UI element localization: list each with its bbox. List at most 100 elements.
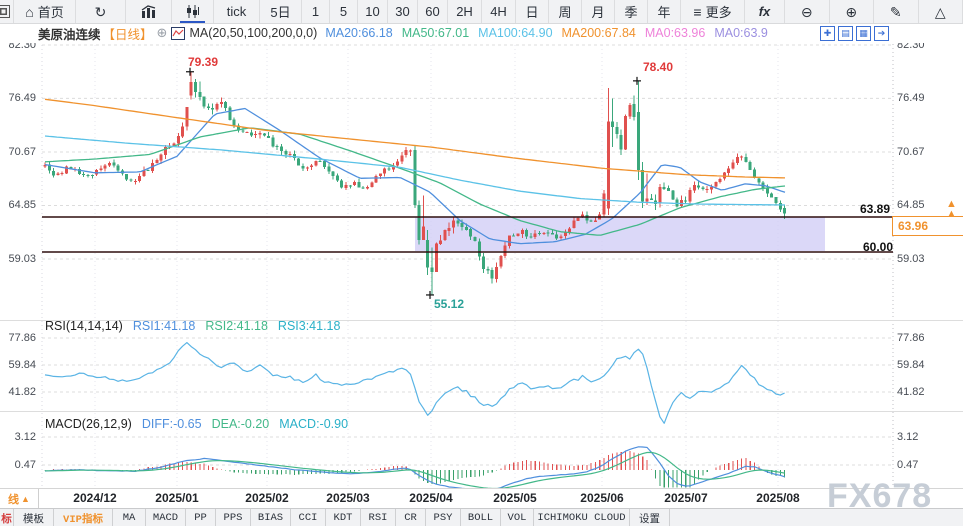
interval-tick-button-label: tick [227,4,247,19]
y-axis-label: 76.49 [0,92,36,105]
y-axis-label: 77.86 [897,332,925,345]
tab-psy[interactable]: PSY [426,509,461,526]
tab-cci[interactable]: CCI [291,509,326,526]
interval-60min-button-label: 60 [425,4,439,19]
x-axis-label: 2025/07 [664,491,707,505]
y-axis-label: 59.84 [897,359,925,372]
y-axis-label: 76.49 [897,92,925,105]
panel-layout-icon[interactable]: ▦ [856,26,871,41]
x-axis-label: 2025/03 [326,491,369,505]
legend-value: MA0:63.96 [645,26,705,40]
restore-window-button[interactable] [0,0,14,23]
interval-tick-button[interactable]: tick [214,0,260,23]
y-axis-label: 0.47 [0,459,36,472]
zoom-in-button[interactable]: ⊕ [830,0,875,23]
macd-legend: MACD(26,12,9)DIFF:-0.65DEA:-0.20MACD:-0.… [45,417,368,431]
interval-week-button[interactable]: 周 [549,0,582,23]
formula-button[interactable]: fx [745,0,785,23]
tab-bias[interactable]: BIAS [251,509,291,526]
y-axis-label: 59.03 [0,253,36,266]
symbol-name: 美原油连续 [38,24,101,43]
zoom-out-icon: ⊖ [801,5,813,19]
interval-5min-button[interactable]: 5 [330,0,358,23]
zoom-out-button[interactable]: ⊖ [785,0,830,23]
interval-5min-button-label: 5 [340,4,347,19]
tab-pp[interactable]: PP [186,509,216,526]
interval-day-button-label: 日 [525,2,538,21]
x-axis-label: 2025/06 [580,491,623,505]
scroll-latest-icon[interactable]: ▲▲ [946,199,957,219]
y-axis-label: 64.85 [0,199,36,212]
y-axis-label: 3.12 [0,431,36,444]
interval-quarter-button-label: 季 [624,2,637,21]
indicator-window-icon[interactable]: ▤ [838,26,853,41]
tab-kdt[interactable]: KDT [326,509,361,526]
tab-标[interactable]: 标 [0,509,14,526]
period-label: 【日线】 [103,24,153,43]
triangle-icon: △ [935,5,946,19]
interval-30min-button-label: 30 [395,4,409,19]
interval-2h-button[interactable]: 2H [448,0,482,23]
fx-icon: fx [759,4,771,19]
spike-price-annotation: 78.40 [643,60,673,74]
candlestick-button[interactable] [172,0,214,23]
legend-value: MA100:64.90 [478,26,552,40]
chart-area[interactable]: 82.3082.3076.4976.4970.6770.6764.8564.85… [0,0,963,526]
tab-vip指标[interactable]: VIP指标 [54,509,113,526]
interval-month-button-label: 月 [591,2,604,21]
tab-cr[interactable]: CR [396,509,426,526]
tab-rsi[interactable]: RSI [361,509,396,526]
draw-button[interactable]: ✎ [874,0,919,23]
y-axis-label: 41.82 [0,386,36,399]
legend-value: RSI3:41.18 [278,319,341,333]
peak-price-annotation: 79.39 [188,55,218,69]
y-axis-label: 77.86 [0,332,36,345]
legend-value: DEA:-0.20 [212,417,270,431]
interval-10min-button[interactable]: 10 [358,0,388,23]
interval-4h-button-label: 4H [490,4,507,19]
tab-macd[interactable]: MACD [146,509,186,526]
support-upper-label: 63.89 [840,202,890,216]
interval-1min-button[interactable]: 1 [302,0,330,23]
tab-vol[interactable]: VOL [501,509,534,526]
add-indicator-icon[interactable]: ⊕ [157,25,168,41]
tab-设置[interactable]: 设置 [630,509,670,526]
tab-boll[interactable]: BOLL [461,509,501,526]
interval-5day-button[interactable]: 5日 [260,0,302,23]
macd-title: MACD(26,12,9) [45,417,132,431]
rsi-legend: RSI(14,14,14)RSI1:41.18RSI2:41.18RSI3:41… [45,319,360,333]
interval-60min-button[interactable]: 60 [418,0,448,23]
tab-ma[interactable]: MA [113,509,146,526]
y-axis-label: 70.67 [897,146,925,159]
interval-4h-button[interactable]: 4H [482,0,516,23]
trading-app: ⌂首页↻tick5日151030602H4H日周月季年≡更多fx⊖⊕✎△ 美原油… [0,0,963,526]
interval-10min-button-label: 10 [365,4,379,19]
kline-label: 线 [8,491,19,507]
mini-chart-icon[interactable] [171,27,185,39]
up-triangle-icon: ▲ [21,494,30,504]
more-button[interactable]: ≡更多 [681,0,745,23]
legend-corner-icons: ✚▤▦➔ [820,26,889,41]
tab-pps[interactable]: PPS [216,509,251,526]
y-axis-label: 70.67 [0,146,36,159]
jump-latest-icon[interactable]: ➔ [874,26,889,41]
shapes-button[interactable]: △ [919,0,963,23]
interval-month-button[interactable]: 月 [582,0,615,23]
interval-30min-button[interactable]: 30 [388,0,418,23]
tab-ichimoku-cloud[interactable]: ICHIMOKU CLOUD [534,509,630,526]
line-chart-button[interactable] [126,0,172,23]
legend-value: MA0:63.9 [714,26,768,40]
crosshair-icon[interactable]: ✚ [820,26,835,41]
y-axis-label: 59.03 [897,253,925,266]
home-button[interactable]: ⌂首页 [14,0,76,23]
x-axis-label: 2025/02 [245,491,288,505]
tab-模板[interactable]: 模板 [14,509,54,526]
home-button-label: 首页 [38,2,64,21]
refresh-button[interactable]: ↻ [76,0,126,23]
interval-day-button[interactable]: 日 [516,0,549,23]
kline-toggle[interactable]: 线 ▲ [0,489,39,508]
interval-year-button[interactable]: 年 [648,0,681,23]
rsi-title: RSI(14,14,14) [45,319,123,333]
interval-week-button-label: 周 [558,2,571,21]
interval-quarter-button[interactable]: 季 [615,0,648,23]
